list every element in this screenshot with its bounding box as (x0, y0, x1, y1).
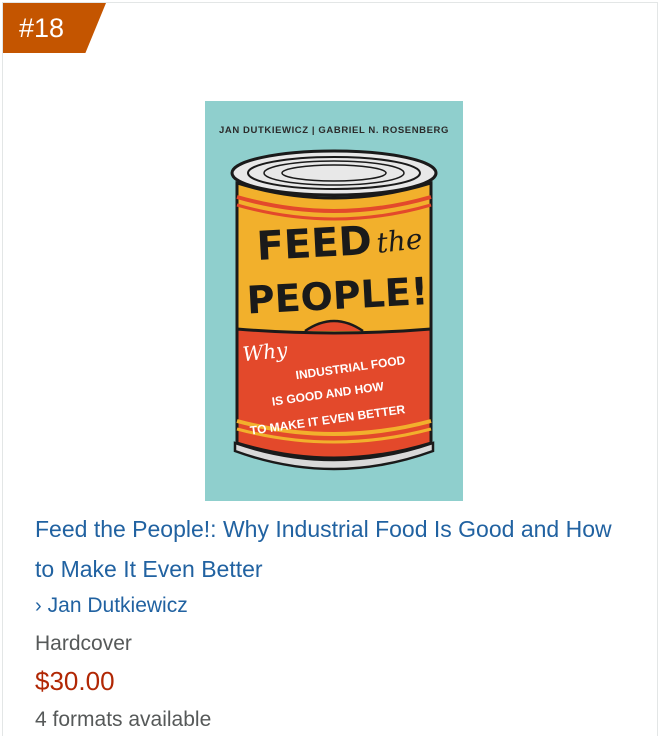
cover-sub-why: Why (241, 338, 289, 367)
product-card: #18 JAN DUTKIEWICZ | GABRIEL N. ROSENBER… (2, 2, 658, 736)
formats-available-link[interactable]: 4 formats available (35, 705, 211, 735)
rank-label: #18 (19, 13, 65, 43)
cover-title-the: the (375, 222, 424, 260)
price: $30.00 (35, 666, 115, 696)
author-link[interactable]: › Jan Dutkiewicz (35, 591, 188, 621)
cover-title-feed: FEED (255, 218, 372, 270)
rank-badge: #18 (3, 3, 106, 53)
format-label: Hardcover (35, 632, 132, 655)
cover-authors: JAN DUTKIEWICZ | GABRIEL N. ROSENBERG (219, 125, 449, 136)
book-cover-image[interactable]: JAN DUTKIEWICZ | GABRIEL N. ROSENBERG FE… (205, 101, 463, 501)
product-title-link[interactable]: Feed the People!: Why Industrial Food Is… (35, 509, 635, 589)
author-name[interactable]: Jan Dutkiewicz (48, 591, 188, 621)
chevron-right-icon: › (35, 595, 42, 617)
